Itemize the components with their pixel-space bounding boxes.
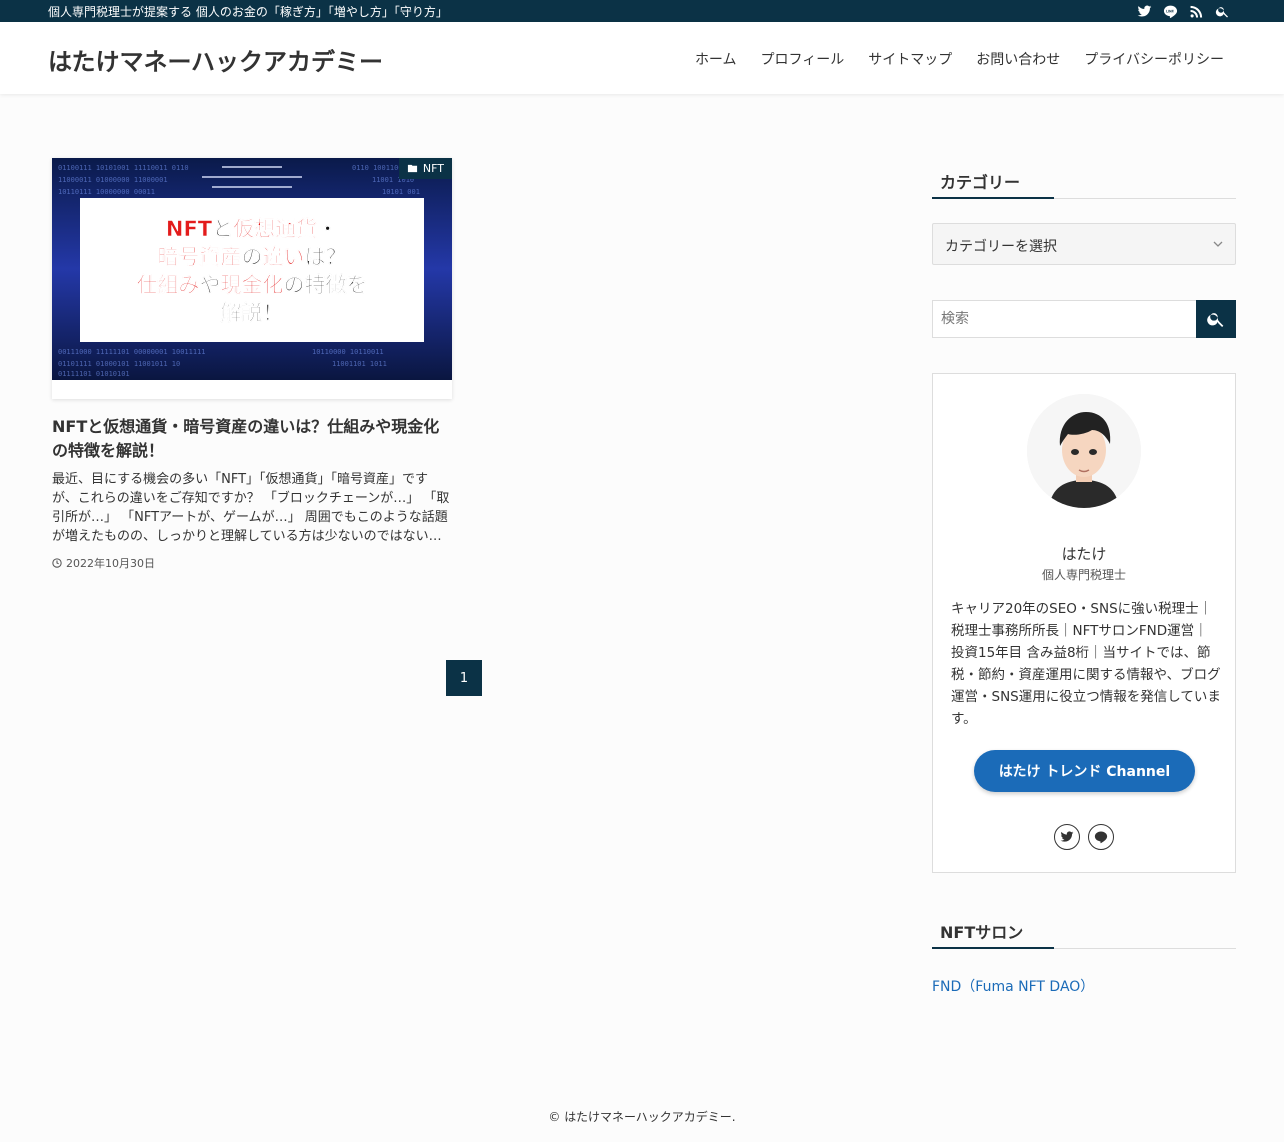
profile-twitter-icon[interactable] <box>1054 824 1080 850</box>
profile-social-links <box>1054 824 1114 850</box>
category-widget-title: カテゴリー <box>932 158 1236 199</box>
post-card[interactable]: 01100111 10101001 11110011 0110 11000011… <box>52 158 452 571</box>
chevron-down-icon <box>1213 241 1223 247</box>
twitter-icon[interactable] <box>1136 3 1152 19</box>
svg-text:10101 001: 10101 001 <box>382 188 420 196</box>
search-icon <box>1207 313 1224 327</box>
svg-text:仕組みや現金化の特徴を: 仕組みや現金化の特徴を <box>136 273 368 297</box>
site-tagline: 個人専門税理士が提案する 個人のお金の「稼ぎ方」「増やし方」「守り方」 <box>48 5 448 19</box>
top-bar: 個人専門税理士が提案する 個人のお金の「稼ぎ方」「増やし方」「守り方」 <box>0 0 1284 22</box>
line-icon[interactable] <box>1162 3 1178 19</box>
site-title[interactable]: はたけマネーハックアカデミー <box>48 42 383 77</box>
post-title[interactable]: NFTと仮想通貨・暗号資産の違いは？仕組みや現金化の特徴を解説！ <box>52 415 452 463</box>
svg-text:NFTと仮想通貨・: NFTと仮想通貨・ <box>166 217 338 241</box>
folder-icon <box>407 164 417 173</box>
trend-channel-button[interactable]: はたけ トレンド Channel <box>974 750 1195 792</box>
pagination-current[interactable]: 1 <box>446 660 482 696</box>
svg-text:10110000 10110011: 10110000 10110011 <box>312 348 384 356</box>
nft-widget-title: NFTサロン <box>932 908 1236 949</box>
nav-home[interactable]: ホーム <box>695 49 737 69</box>
profile-role: 個人専門税理士 <box>1041 568 1126 582</box>
svg-text:解説！: 解説！ <box>221 301 284 325</box>
footer-copyright: © はたけマネーハックアカデミー. <box>548 1110 736 1124</box>
category-heading: カテゴリー <box>940 173 1021 192</box>
top-bar-icons <box>1136 3 1230 19</box>
category-dropdown-value: カテゴリーを選択 <box>945 239 1057 255</box>
site-header: はたけマネーハックアカデミー ホーム プロフィール サイトマップ お問い合わせ … <box>0 22 1284 94</box>
profile-name: はたけ <box>1061 545 1107 563</box>
nav-profile[interactable]: プロフィール <box>761 49 845 69</box>
profile-widget: はたけ 個人専門税理士 キャリア20年のSEO・SNSに強い税理士｜税理士事務所… <box>932 373 1236 873</box>
category-label: NFT <box>422 162 444 175</box>
category-badge[interactable]: NFT <box>398 158 452 179</box>
nft-heading: NFTサロン <box>940 923 1024 942</box>
search-icon[interactable] <box>1214 3 1230 19</box>
clock-icon <box>52 558 62 568</box>
profile-line-icon[interactable] <box>1088 824 1114 850</box>
svg-text:11001101 1011: 11001101 1011 <box>332 360 387 368</box>
nav-sitemap[interactable]: サイトマップ <box>868 49 952 69</box>
global-nav: ホーム プロフィール サイトマップ お問い合わせ プライバシーポリシー <box>695 49 1224 69</box>
avatar <box>1027 394 1141 508</box>
thumbnail-image: 01100111 10101001 11110011 0110 11000011… <box>52 158 452 399</box>
svg-text:00111000 11111101 00000001 100: 00111000 11111101 00000001 10011111 <box>58 348 206 356</box>
svg-text:11000011 01000000 11000001: 11000011 01000000 11000001 <box>58 176 168 184</box>
category-dropdown[interactable]: カテゴリーを選択 <box>932 223 1236 265</box>
nav-privacy-policy[interactable]: プライバシーポリシー <box>1084 49 1224 69</box>
rss-icon[interactable] <box>1188 3 1204 19</box>
search-input[interactable] <box>933 301 1197 337</box>
nft-salon-link[interactable]: FND（Fuma NFT DAO） <box>932 976 1094 996</box>
svg-text:暗号資産の違いは？: 暗号資産の違いは？ <box>158 245 347 269</box>
nav-contact[interactable]: お問い合わせ <box>976 49 1060 69</box>
post-date: 2022年10月30日 <box>52 555 452 571</box>
svg-text:10110111 10000000 00011: 10110111 10000000 00011 <box>58 188 155 196</box>
svg-text:01111101 01010101: 01111101 01010101 <box>58 370 130 378</box>
search-form <box>932 300 1236 338</box>
search-submit-button[interactable] <box>1196 300 1236 338</box>
post-date-text: 2022年10月30日 <box>66 557 155 570</box>
svg-text:01100111 10101001 11110011 011: 01100111 10101001 11110011 0110 <box>58 164 189 172</box>
post-thumbnail[interactable]: 01100111 10101001 11110011 0110 11000011… <box>52 158 452 399</box>
profile-description: キャリア20年のSEO・SNSに強い税理士｜税理士事務所所長｜NFTサロンFND… <box>951 601 1221 727</box>
post-excerpt: 最近、目にする機会の多い「NFT」「仮想通貨」「暗号資産」ですが、これらの違いを… <box>52 472 450 544</box>
svg-text:01101111 01000101 11001011 10: 01101111 01000101 11001011 10 <box>58 360 180 368</box>
